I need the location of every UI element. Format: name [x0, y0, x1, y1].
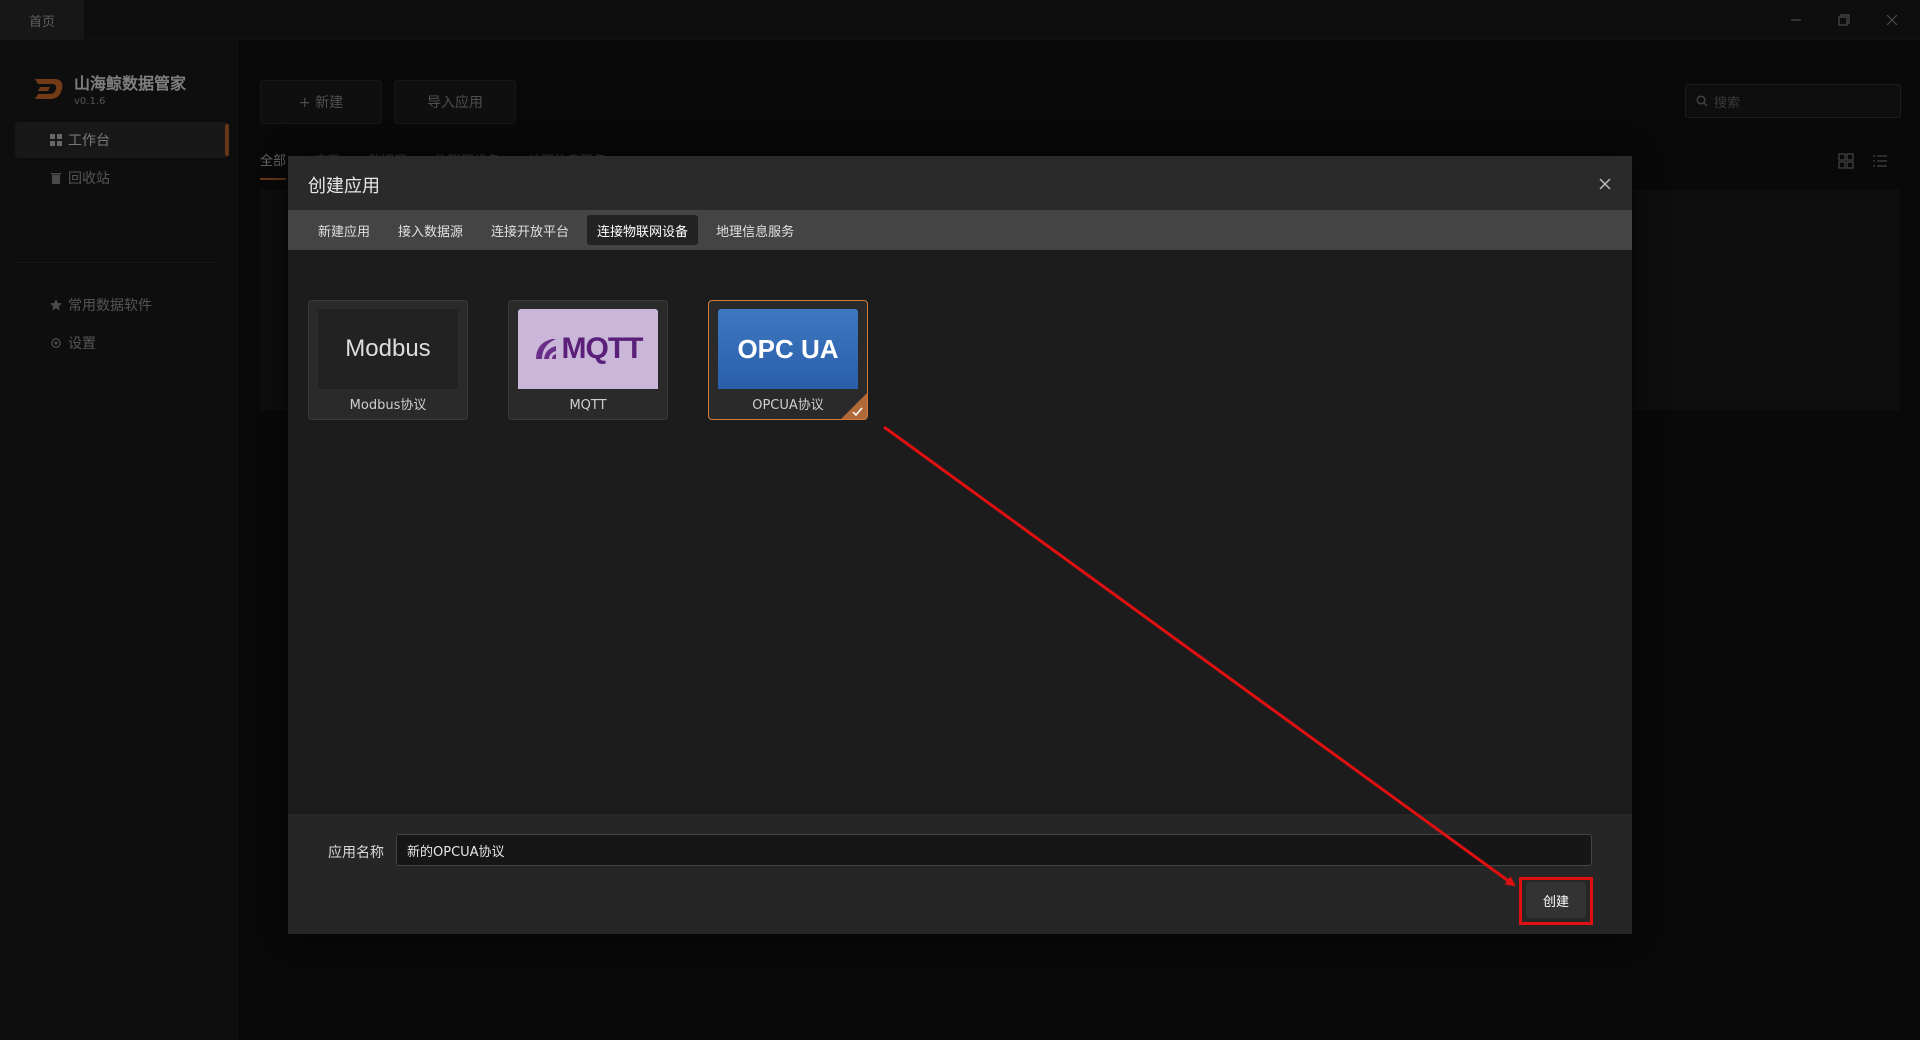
tab-datasource[interactable]: 接入数据源	[388, 215, 473, 245]
mqtt-logo-text: MQTT	[561, 332, 644, 365]
tab-new-app[interactable]: 新建应用	[308, 215, 380, 245]
selected-check-icon	[841, 393, 867, 419]
card-opcua[interactable]: OPC UA OPCUA协议	[708, 300, 868, 420]
dialog-footer: 应用名称 创建	[288, 814, 1632, 934]
modbus-logo-text: Modbus	[345, 335, 431, 362]
dialog-header: 创建应用	[288, 156, 1632, 210]
card-label: Modbus协议	[349, 398, 427, 413]
dialog-tabs: 新建应用 接入数据源 连接开放平台 连接物联网设备 地理信息服务	[288, 210, 1632, 250]
tab-iot-device[interactable]: 连接物联网设备	[587, 215, 699, 245]
app-name-input[interactable]	[396, 834, 1592, 866]
dialog-body: Modbus Modbus协议 MQTT MQTT OPC UA OPCUA协议	[288, 250, 1632, 814]
card-mqtt[interactable]: MQTT MQTT	[508, 300, 668, 420]
mqtt-logo: MQTT	[518, 309, 658, 389]
tab-gis-service[interactable]: 地理信息服务	[706, 215, 804, 245]
opcua-logo-text: OPC UA	[737, 333, 839, 364]
close-icon[interactable]	[1598, 176, 1612, 190]
card-label: MQTT	[569, 398, 607, 413]
annotation-highlight-box	[1519, 877, 1593, 925]
mqtt-logo-icon	[535, 339, 556, 359]
card-modbus[interactable]: Modbus Modbus协议	[308, 300, 468, 420]
create-app-dialog: 创建应用 新建应用 接入数据源 连接开放平台 连接物联网设备 地理信息服务 Mo…	[288, 156, 1632, 934]
modbus-logo: Modbus	[318, 309, 458, 389]
tab-open-platform[interactable]: 连接开放平台	[481, 215, 579, 245]
dialog-title: 创建应用	[308, 176, 380, 197]
app-name-label: 应用名称	[328, 845, 384, 861]
opcua-logo: OPC UA	[718, 309, 858, 389]
